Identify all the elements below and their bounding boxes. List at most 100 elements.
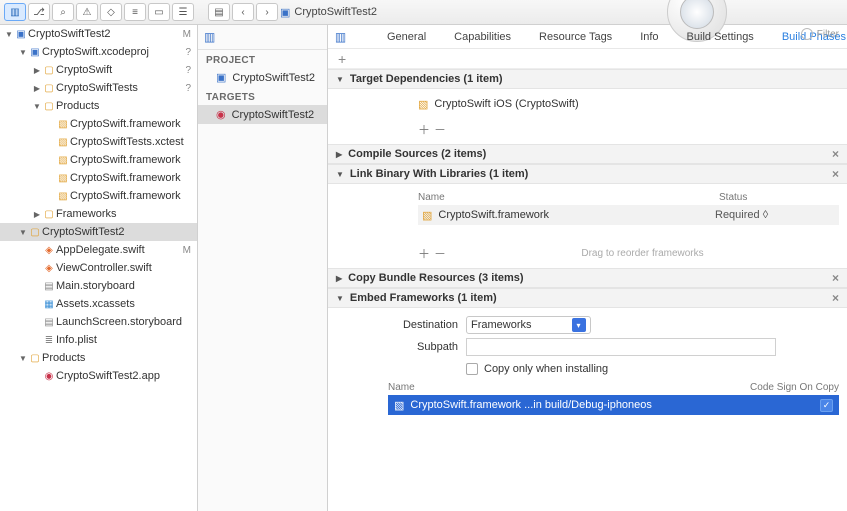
tree-label: CryptoSwiftTest2 [42,226,187,238]
fw-icon: ▧ [56,137,70,148]
tree-row[interactable]: ◈AppDelegate.swiftM [0,241,197,259]
disclosure-icon[interactable]: ▼ [336,294,344,303]
destination-select[interactable]: Frameworks ▾ [466,316,591,334]
subpath-input[interactable] [466,338,776,356]
disclosure-icon[interactable]: ▼ [32,102,42,111]
nav-debug-icon[interactable]: ≡ [124,3,146,21]
editor-toggle-icon[interactable]: ▥ [328,30,353,44]
tree-row[interactable]: ◈ViewController.swift [0,259,197,277]
filter-scope-icon[interactable] [801,28,813,40]
embedded-framework-row[interactable]: ▧ CryptoSwift.framework ...in build/Debu… [388,395,839,415]
tree-row[interactable]: ▧CryptoSwift.framework [0,169,197,187]
tab-resource-tags[interactable]: Resource Tags [525,31,626,43]
breadcrumb[interactable]: ▣ CryptoSwiftTest2 [280,6,377,19]
remove-button[interactable]: － [434,245,446,262]
section-embed-frameworks[interactable]: ▼ Embed Frameworks (1 item) × [328,288,847,308]
project-item-label: CryptoSwiftTest2 [232,72,315,84]
tab-capabilities[interactable]: Capabilities [440,31,525,43]
tab-info[interactable]: Info [626,31,672,43]
tree-row[interactable]: ▤Main.storyboard [0,277,197,295]
tree-row[interactable]: ▼▣CryptoSwiftTest2M [0,25,197,43]
disclosure-icon[interactable]: ▼ [18,354,28,363]
app-icon: ◉ [216,108,226,121]
close-icon[interactable]: × [832,147,839,161]
project-navigator[interactable]: ▼▣CryptoSwiftTest2M▼▣CryptoSwift.xcodepr… [0,25,198,511]
editor-sidebar-icon[interactable]: ▤ [208,3,230,21]
tree-label: Frameworks [56,208,187,220]
nav-breakpoints-icon[interactable]: ▭ [148,3,170,21]
navigator-toolbar: ▥ ⎇ ⌕ ⚠ ◇ ≡ ▭ ☰ ▤ ‹ › ▣ CryptoSwiftTest2 [0,0,847,25]
add-button[interactable]: ＋ [418,245,430,262]
tab-build-settings[interactable]: Build Settings [673,31,768,43]
section-title: Copy Bundle Resources (3 items) [348,272,523,284]
copy-only-checkbox[interactable] [466,363,478,375]
fw-icon: ▧ [56,155,70,166]
nav-search-icon[interactable]: ⌕ [52,3,74,21]
tree-row[interactable]: ▼▢Products [0,349,197,367]
tree-row[interactable]: ◉CryptoSwiftTest2.app [0,367,197,385]
tree-row[interactable]: ▧CryptoSwiftTests.xctest [0,133,197,151]
tree-row[interactable]: ▧CryptoSwift.framework [0,151,197,169]
tree-row[interactable]: ≣Info.plist [0,331,197,349]
tree-row[interactable]: ▶▢Frameworks [0,205,197,223]
disclosure-icon[interactable]: ▶ [32,84,42,93]
nav-tests-icon[interactable]: ◇ [100,3,122,21]
section-title: Target Dependencies (1 item) [350,73,503,85]
app-icon: ◉ [42,371,56,382]
add-button[interactable]: ＋ [418,121,430,138]
panel-toggle-icon[interactable]: ▥ [204,30,215,44]
target-item[interactable]: ◉ CryptoSwiftTest2 [198,105,327,124]
tree-label: CryptoSwift.xcodeproj [42,46,181,58]
tree-row[interactable]: ▧CryptoSwift.framework [0,115,197,133]
tree-row[interactable]: ▤LaunchScreen.storyboard [0,313,197,331]
project-item[interactable]: ▣ CryptoSwiftTest2 [198,68,327,87]
add-phase-button[interactable]: + [328,49,847,69]
nav-sourcecontrol-icon[interactable]: ⎇ [28,3,50,21]
nav-forward-icon[interactable]: › [256,3,278,21]
nav-project-icon[interactable]: ▥ [4,3,26,21]
close-icon[interactable]: × [832,291,839,305]
close-icon[interactable]: × [832,271,839,285]
sb-icon: ▤ [42,317,56,328]
tree-row[interactable]: ▼▢Products [0,97,197,115]
disclosure-icon[interactable]: ▶ [336,150,342,159]
codesign-checkbox[interactable]: ✓ [820,399,833,412]
remove-button[interactable]: － [434,121,446,138]
swift-icon: ◈ [42,245,56,256]
disclosure-icon[interactable]: ▶ [32,66,42,75]
section-compile-sources[interactable]: ▶ Compile Sources (2 items) × [328,144,847,164]
nav-reports-icon[interactable]: ☰ [172,3,194,21]
tree-label: CryptoSwift.framework [70,172,187,184]
tree-row[interactable]: ▼▣CryptoSwift.xcodeproj? [0,43,197,61]
tab-general[interactable]: General [373,31,440,43]
disclosure-icon[interactable]: ▶ [32,210,42,219]
filter-field[interactable]: Filter [801,28,839,40]
proj-icon: ▣ [28,47,42,58]
nav-issues-icon[interactable]: ⚠ [76,3,98,21]
folder-icon: ▢ [42,83,56,94]
section-title: Embed Frameworks (1 item) [350,292,497,304]
disclosure-icon[interactable]: ▼ [336,170,344,179]
tree-row[interactable]: ▶▢CryptoSwiftTests? [0,79,197,97]
framework-icon: ▧ [394,399,404,412]
tree-label: CryptoSwiftTest2.app [56,370,187,382]
close-icon[interactable]: × [832,167,839,181]
section-link-binary[interactable]: ▼ Link Binary With Libraries (1 item) × [328,164,847,184]
tree-row[interactable]: ▦Assets.xcassets [0,295,197,313]
library-status[interactable]: Required ◊ [715,209,835,221]
disclosure-icon[interactable]: ▼ [18,48,28,57]
group-icon: ▢ [28,227,42,238]
disclosure-icon[interactable]: ▼ [4,30,14,39]
section-copy-bundle[interactable]: ▶ Copy Bundle Resources (3 items) × [328,268,847,288]
section-target-dependencies[interactable]: ▼ Target Dependencies (1 item) [328,69,847,89]
disclosure-icon[interactable]: ▼ [336,75,344,84]
tree-row[interactable]: ▶▢CryptoSwift? [0,61,197,79]
tree-row[interactable]: ▧CryptoSwift.framework [0,187,197,205]
disclosure-icon[interactable]: ▼ [18,228,28,237]
dependency-row[interactable]: ▧ CryptoSwift iOS (CryptoSwift) [418,95,839,113]
nav-back-icon[interactable]: ‹ [232,3,254,21]
tree-row[interactable]: ▼▢CryptoSwiftTest2 [0,223,197,241]
destination-label: Destination [388,319,458,331]
library-row[interactable]: ▧CryptoSwift.framework Required ◊ [418,205,839,225]
disclosure-icon[interactable]: ▶ [336,274,342,283]
